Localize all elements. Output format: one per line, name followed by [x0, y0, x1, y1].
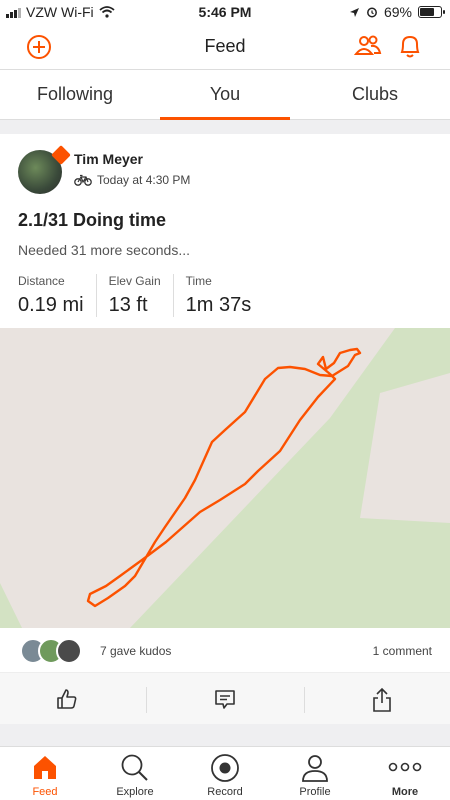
battery-icon — [418, 6, 445, 18]
kudos-row: 7 gave kudos 1 comment — [0, 632, 450, 670]
stat-value: 0.19 mi — [18, 294, 84, 316]
kudos-thumbs-up-icon[interactable] — [55, 687, 79, 711]
record-icon — [211, 754, 239, 782]
avatar — [56, 638, 82, 664]
stat-distance: Distance 0.19 mi — [18, 274, 97, 317]
stat-time: Time 1m 37s — [186, 274, 264, 317]
home-icon — [34, 756, 56, 779]
tab-clubs[interactable]: Clubs — [300, 70, 450, 119]
app-header: Feed — [0, 24, 450, 70]
tab-following[interactable]: Following — [0, 70, 150, 119]
stat-value: 1m 37s — [185, 294, 252, 316]
nav-profile[interactable]: Profile — [270, 747, 360, 800]
nav-label: Explore — [116, 786, 154, 798]
park-area — [0, 583, 22, 628]
stat-label: Time — [185, 274, 212, 288]
divider — [146, 687, 147, 713]
section-spacer — [0, 724, 450, 746]
tab-you[interactable]: You — [150, 70, 300, 120]
activity-meta: Today at 4:30 PM — [74, 173, 190, 187]
more-icon — [388, 762, 422, 772]
nav-record[interactable]: Record — [180, 747, 270, 800]
nav-label: Feed — [32, 786, 58, 798]
comment-count[interactable]: 1 comment — [373, 644, 432, 658]
status-bar: VZW Wi-Fi 5:46 PM 69% — [0, 0, 450, 24]
activity-actions — [0, 672, 450, 724]
route-map[interactable] — [0, 328, 450, 628]
stat-label: Distance — [18, 274, 65, 288]
bike-icon — [74, 174, 92, 186]
find-friends-icon[interactable] — [354, 34, 382, 58]
stat-label: Elev Gain — [108, 274, 161, 288]
activity-time: Today at 4:30 PM — [97, 173, 191, 187]
stat-value: 13 ft — [108, 294, 148, 316]
nav-more[interactable]: More — [360, 747, 450, 800]
nav-explore[interactable]: Explore — [90, 747, 180, 800]
divider — [304, 687, 305, 713]
nav-label: Record — [207, 786, 243, 798]
page-title: Feed — [204, 36, 246, 56]
search-icon — [121, 754, 148, 781]
stat-elevation: Elev Gain 13 ft — [109, 274, 174, 317]
comment-icon[interactable] — [213, 687, 237, 711]
activity-description: Needed 31 more seconds... — [18, 242, 190, 258]
nav-feed[interactable]: Feed — [0, 747, 90, 800]
activity-title[interactable]: 2.1/31 Doing time — [18, 210, 166, 231]
alarm-icon — [367, 7, 377, 18]
subscriber-badge-icon — [51, 145, 71, 165]
share-icon[interactable] — [370, 687, 394, 713]
nav-label: Profile — [299, 786, 331, 798]
avatar — [18, 145, 71, 194]
battery-percent: 69% — [383, 4, 412, 20]
section-spacer — [0, 120, 450, 134]
activity-stats: Distance 0.19 mi Elev Gain 13 ft Time 1m… — [18, 274, 275, 317]
athlete-name[interactable]: Tim Meyer — [74, 151, 143, 167]
kudos-count[interactable]: 7 gave kudos — [100, 644, 171, 658]
profile-icon — [302, 755, 328, 782]
location-icon — [349, 7, 359, 17]
notifications-icon[interactable] — [398, 33, 422, 59]
kudos-avatars[interactable] — [20, 638, 82, 664]
bottom-nav: Feed Explore Record Profile More — [0, 746, 450, 800]
athlete-avatar[interactable] — [18, 145, 71, 194]
nav-label: More — [391, 786, 419, 798]
feed-tabs: Following You Clubs — [0, 70, 450, 120]
